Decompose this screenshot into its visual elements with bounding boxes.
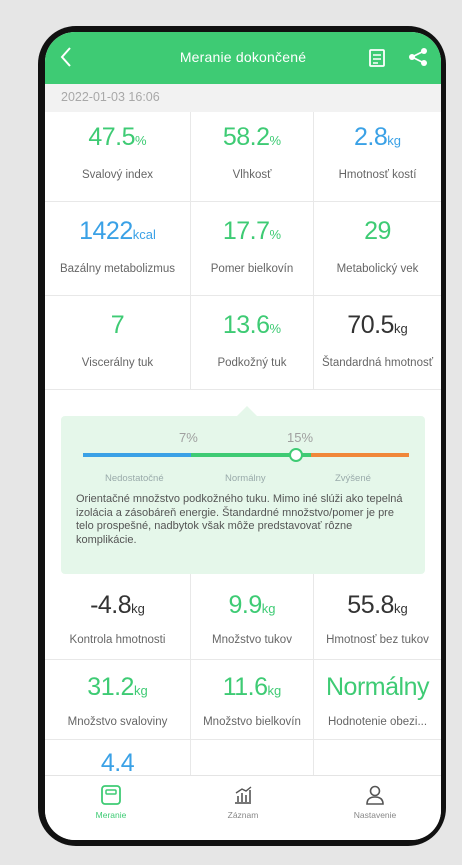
metric-unit: kg bbox=[131, 601, 145, 616]
metric-cell[interactable]: 9.9kg Množstvo tukov bbox=[191, 574, 314, 660]
range-label-low: Nedostatočné bbox=[105, 473, 164, 484]
metric-label: Metabolický vek bbox=[336, 263, 419, 275]
tab-meranie[interactable]: Meranie bbox=[45, 776, 177, 840]
metric-cell[interactable]: 29 Metabolický vek bbox=[314, 202, 441, 296]
metrics-grid-bottom: -4.8kg Kontrola hmotnosti 9.9kg Množstvo… bbox=[45, 574, 441, 740]
metric-cell[interactable]: 58.2% Vlhkosť bbox=[191, 112, 314, 202]
metric-value: 7 bbox=[110, 311, 125, 339]
metric-unit: kg bbox=[393, 601, 408, 616]
metric-unit: kg bbox=[133, 683, 148, 698]
metric-label: Štandardná hmotnosť bbox=[321, 357, 434, 369]
range-label-normal: Normálny bbox=[225, 473, 266, 484]
metric-value: 70.5 bbox=[347, 311, 394, 339]
app-header: Meranie dokončené bbox=[45, 32, 441, 84]
scale-icon bbox=[101, 785, 121, 805]
metric-label: Svalový index bbox=[82, 169, 153, 181]
user-icon bbox=[366, 785, 384, 805]
metric-cell[interactable] bbox=[191, 740, 314, 775]
metric-unit: % bbox=[135, 133, 147, 148]
tab-zaznam[interactable]: Záznam bbox=[177, 776, 309, 840]
metric-value: 2.8 bbox=[354, 123, 388, 151]
metric-description: Orientačné množstvo podkožného tuku. Mim… bbox=[76, 493, 403, 546]
metric-label: Bazálny metabolizmus bbox=[59, 263, 176, 275]
metric-label: Podkožný tuk bbox=[217, 357, 287, 369]
bottom-tab-bar: Meranie Záznam Nastavenie bbox=[45, 775, 441, 840]
app-screen: Meranie dokončené 2022-01-03 16:06 47.5%… bbox=[45, 32, 441, 840]
metric-cell-selected[interactable]: 13.6% Podkožný tuk bbox=[191, 296, 314, 390]
metric-cell[interactable]: Normálny Hodnotenie obezi... bbox=[314, 660, 441, 740]
metric-label: Množstvo tukov bbox=[212, 634, 292, 646]
metric-cell[interactable]: 55.8kg Hmotnosť bez tukov bbox=[314, 574, 441, 660]
chart-icon bbox=[235, 786, 252, 804]
metric-cell[interactable]: 4.4 bbox=[45, 740, 191, 775]
metric-unit: kg bbox=[261, 601, 276, 616]
metric-label: Pomer bielkovín bbox=[210, 263, 294, 275]
range-bar-low bbox=[83, 453, 191, 457]
high-threshold-label: 15% bbox=[287, 430, 314, 445]
metric-label: Kontrola hmotnosti bbox=[69, 634, 166, 646]
tab-label: Nastavenie bbox=[353, 810, 397, 820]
metric-cell[interactable]: 1422kcal Bazálny metabolizmus bbox=[45, 202, 191, 296]
metric-label: Hodnotenie obezi... bbox=[327, 716, 428, 728]
metric-value: 1422 bbox=[79, 217, 133, 245]
metric-value: -4.8 bbox=[90, 591, 132, 619]
subcutaneous-fat-detail-panel: 7% 15% Nedostatočné Normálny Zvýšené Ori… bbox=[61, 406, 425, 574]
metric-label: Množstvo svaloviny bbox=[67, 716, 168, 728]
metric-value: 31.2 bbox=[87, 673, 134, 701]
metric-unit: kg bbox=[387, 133, 401, 148]
metric-cell[interactable]: 47.5% Svalový index bbox=[45, 112, 191, 202]
tab-nastavenie[interactable]: Nastavenie bbox=[309, 776, 441, 840]
metric-cell[interactable]: 7 Viscerálny tuk bbox=[45, 296, 191, 390]
metric-unit: kg bbox=[393, 321, 408, 336]
metric-cell[interactable]: 70.5kg Štandardná hmotnosť bbox=[314, 296, 441, 390]
metric-unit: kg bbox=[267, 683, 282, 698]
metric-cell[interactable]: 31.2kg Množstvo svaloviny bbox=[45, 660, 191, 740]
measurement-date: 2022-01-03 16:06 bbox=[45, 84, 441, 112]
metric-unit: kcal bbox=[132, 227, 156, 242]
metric-cell[interactable] bbox=[314, 740, 441, 775]
metric-label: Hmotnosť bez tukov bbox=[326, 634, 429, 646]
tab-label: Záznam bbox=[227, 810, 259, 820]
report-icon[interactable] bbox=[367, 47, 387, 69]
metric-cell[interactable]: 11.6kg Množstvo bielkovín bbox=[191, 660, 314, 740]
metric-label: Hmotnosť kostí bbox=[338, 169, 417, 181]
metric-value: 17.7 bbox=[222, 217, 270, 245]
metric-label: Množstvo bielkovín bbox=[203, 716, 301, 728]
panel-pointer bbox=[237, 406, 257, 416]
range-bar-high bbox=[311, 453, 409, 457]
tab-label: Meranie bbox=[95, 810, 127, 820]
metric-cell[interactable]: 2.8kg Hmotnosť kostí bbox=[314, 112, 441, 202]
metrics-content[interactable]: 47.5% Svalový index 58.2% Vlhkosť 2.8kg … bbox=[45, 112, 441, 775]
metrics-grid-partial: 4.4 bbox=[45, 740, 441, 775]
share-icon[interactable] bbox=[407, 46, 429, 68]
metric-value: 58.2 bbox=[222, 123, 270, 151]
value-indicator bbox=[289, 448, 303, 462]
metric-unit: % bbox=[269, 133, 282, 148]
metric-value: 11.6 bbox=[222, 673, 268, 701]
metric-unit: % bbox=[269, 321, 282, 336]
metric-cell[interactable]: 17.7% Pomer bielkovín bbox=[191, 202, 314, 296]
metric-label: Vlhkosť bbox=[232, 169, 272, 181]
metric-value: 29 bbox=[364, 217, 391, 245]
low-threshold-label: 7% bbox=[179, 430, 198, 445]
metric-value: Normálny bbox=[326, 673, 429, 701]
metrics-grid-top: 47.5% Svalový index 58.2% Vlhkosť 2.8kg … bbox=[45, 112, 441, 390]
range-label-high: Zvýšené bbox=[335, 473, 371, 484]
metric-cell[interactable]: -4.8kg Kontrola hmotnosti bbox=[45, 574, 191, 660]
metric-value: 9.9 bbox=[228, 591, 263, 619]
metric-label: Viscerálny tuk bbox=[81, 357, 154, 369]
metric-value: 13.6 bbox=[222, 311, 270, 339]
metric-value: 4.4 bbox=[100, 749, 135, 775]
metric-value: 47.5 bbox=[88, 123, 136, 151]
metric-unit: % bbox=[269, 227, 282, 242]
metric-value: 55.8 bbox=[347, 591, 394, 619]
